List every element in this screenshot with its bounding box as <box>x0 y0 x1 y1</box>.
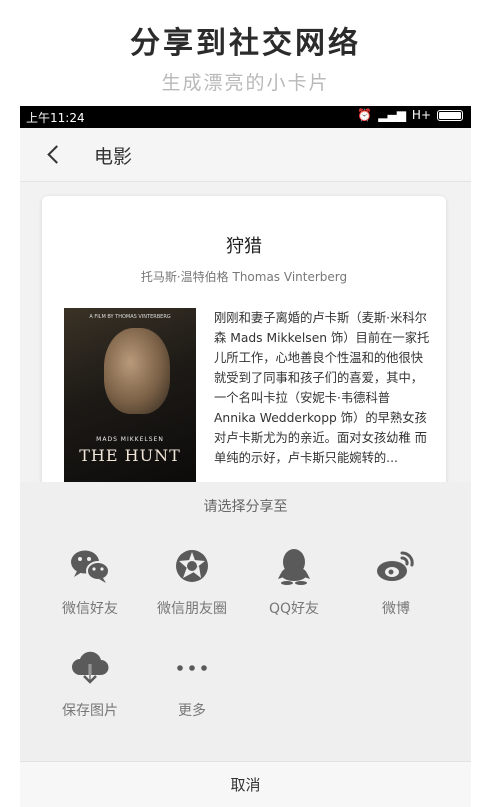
wechat-moments-icon <box>170 544 214 588</box>
share-option-label: 微博 <box>382 601 410 617</box>
qq-icon <box>272 544 316 588</box>
share-option-label: QQ好友 <box>268 601 320 617</box>
phone-screen: 上午11:24 ⏰ ▂▄▆ H+ 电影 狩猎 托马斯·温特伯格 Thomas V… <box>20 106 471 807</box>
nav-title: 电影 <box>94 146 133 168</box>
movie-title: 狩猎 <box>226 236 262 257</box>
promo-title: 分享到社交网络 <box>130 26 361 61</box>
status-bar: 上午11:24 ⏰ ▂▄▆ H+ <box>20 106 471 128</box>
share-sheet-title: 请选择分享至 <box>203 499 288 515</box>
battery-icon <box>437 109 463 121</box>
chevron-left-icon[interactable] <box>47 145 66 164</box>
cancel-button[interactable]: 取消 <box>20 761 471 807</box>
share-option-weibo[interactable]: 微博 <box>346 544 446 618</box>
share-option-label: 微信好友 <box>62 601 118 617</box>
wechat-icon <box>68 544 112 588</box>
more-icon <box>170 646 214 690</box>
share-option-save-image[interactable]: 保存图片 <box>40 646 140 720</box>
share-option-label: 更多 <box>178 703 206 719</box>
share-option-label: 微信朋友圈 <box>157 601 227 617</box>
share-sheet: 请选择分享至 微信好友 微信朋友圈 QQ好友 微博 保存图片 更多 取消 <box>20 482 471 807</box>
network-type: H+ <box>411 108 431 122</box>
promo-subtitle: 生成漂亮的小卡片 <box>161 72 330 94</box>
movie-director: 托马斯·温特伯格 Thomas Vinterberg <box>140 270 348 284</box>
alarm-icon: ⏰ <box>357 108 373 122</box>
status-time: 上午11:24 <box>26 111 85 125</box>
share-option-wechat[interactable]: 微信好友 <box>40 544 140 618</box>
poster-portrait <box>104 328 170 414</box>
status-icons: ⏰ ▂▄▆ H+ <box>357 108 463 122</box>
nav-bar: 电影 <box>20 128 471 182</box>
movie-synopsis: 刚刚和妻子离婚的卢卡斯（麦斯·米科尔森 Mads Mikkelsen 饰）目前在… <box>214 311 430 465</box>
signal-icon: ▂▄▆ <box>378 108 406 122</box>
share-option-qq[interactable]: QQ好友 <box>244 544 344 618</box>
weibo-icon <box>374 544 418 588</box>
poster-credit: A FILM BY THOMAS VINTERBERG <box>89 314 171 320</box>
movie-poster: A FILM BY THOMAS VINTERBERG MADS MIKKELS… <box>64 308 196 482</box>
share-option-moments[interactable]: 微信朋友圈 <box>142 544 242 618</box>
share-option-more[interactable]: 更多 <box>142 646 242 720</box>
share-option-label: 保存图片 <box>62 703 118 719</box>
poster-actor: MADS MIKKELSEN <box>96 436 164 443</box>
cloud-download-icon <box>68 646 112 690</box>
poster-title: THE HUNT <box>79 446 181 465</box>
